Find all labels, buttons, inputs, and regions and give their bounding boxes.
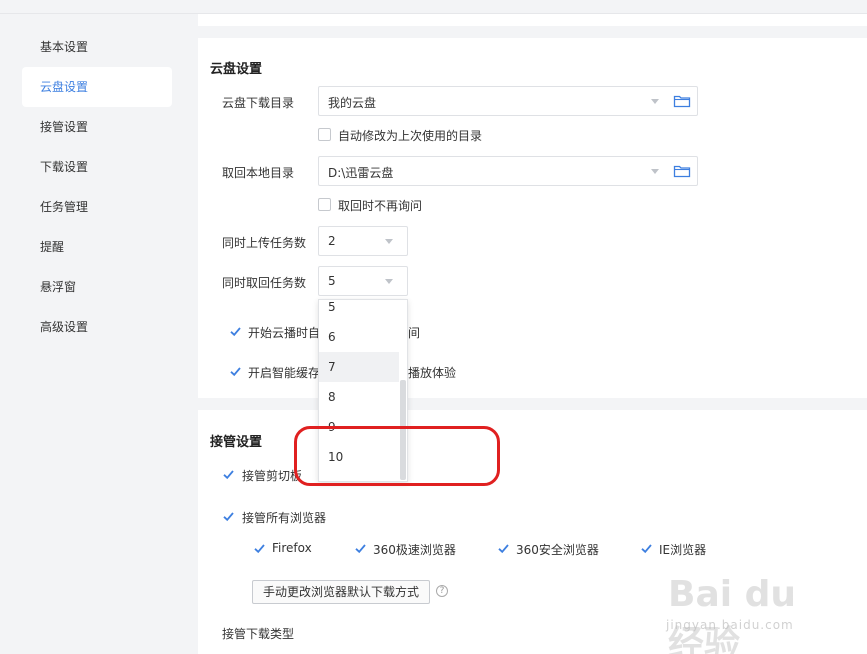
360-speed-label: 360极速浏览器 xyxy=(373,543,456,557)
sidebar-item-floating-window[interactable]: 悬浮窗 xyxy=(22,267,172,307)
all-browsers-label: 接管所有浏览器 xyxy=(242,511,327,525)
sidebar-item-advanced[interactable]: 高级设置 xyxy=(22,307,172,347)
clipboard-checkbox[interactable] xyxy=(222,468,235,481)
dropdown-option-8[interactable]: 8 xyxy=(319,382,399,412)
folder-icon[interactable] xyxy=(673,93,691,109)
chevron-down-icon xyxy=(385,239,393,244)
dropdown-option-7[interactable]: 7 xyxy=(319,352,399,382)
dropdown-option-5[interactable]: 5 xyxy=(319,300,399,322)
help-icon[interactable]: ? xyxy=(436,585,448,597)
previous-section-panel xyxy=(198,14,867,26)
chevron-down-icon xyxy=(651,169,659,174)
annotation-highlight xyxy=(294,426,500,486)
retrieve-dir-label: 取回本地目录 xyxy=(222,166,295,180)
retrieve-dir-value: D:\迅雷云盘 xyxy=(328,166,394,180)
baidu-jingyan-watermark: Bai du 经验 jingyan.baidu.com xyxy=(666,560,828,654)
retrieve-count-select[interactable]: 5 xyxy=(318,266,408,296)
download-dir-label: 云盘下载目录 xyxy=(222,96,295,110)
download-dir-value: 我的云盘 xyxy=(328,96,377,110)
upload-count-label: 同时上传任务数 xyxy=(222,236,307,250)
download-type-label: 接管下载类型 xyxy=(222,627,295,641)
auto-modify-checkbox[interactable] xyxy=(318,128,331,141)
watermark-url: jingyan.baidu.com xyxy=(666,618,794,632)
cloud-section-title: 云盘设置 xyxy=(210,62,263,77)
sidebar-item-basic[interactable]: 基本设置 xyxy=(22,27,172,67)
firefox-label: Firefox xyxy=(272,541,312,555)
sidebar-item-task-management[interactable]: 任务管理 xyxy=(22,187,172,227)
retrieve-dir-select[interactable]: D:\迅雷云盘 xyxy=(318,156,698,186)
all-browsers-checkbox[interactable] xyxy=(222,510,235,523)
manual-browser-default-button[interactable]: 手动更改浏览器默认下载方式 xyxy=(252,580,431,604)
clipboard-label: 接管剪切板 xyxy=(242,469,303,483)
no-ask-checkbox[interactable] xyxy=(318,198,331,211)
retrieve-count-label: 同时取回任务数 xyxy=(222,276,307,290)
smart-cache-label: 开启智能缓存 xyxy=(248,366,321,380)
sidebar-item-reminder[interactable]: 提醒 xyxy=(22,227,172,267)
ie-checkbox[interactable] xyxy=(640,542,653,555)
360-safe-checkbox[interactable] xyxy=(497,542,510,555)
sidebar-item-cloud[interactable]: 云盘设置 xyxy=(22,67,172,107)
firefox-checkbox[interactable] xyxy=(253,542,266,555)
chevron-down-icon xyxy=(385,279,393,284)
download-dir-select[interactable]: 我的云盘 xyxy=(318,86,698,116)
no-ask-label: 取回时不再询问 xyxy=(338,199,423,213)
smart-cache-checkbox[interactable] xyxy=(229,365,242,378)
360-speed-checkbox[interactable] xyxy=(354,542,367,555)
auto-modify-label: 自动修改为上次使用的目录 xyxy=(338,129,483,143)
upload-count-select[interactable]: 2 xyxy=(318,226,408,256)
sidebar-item-takeover[interactable]: 接管设置 xyxy=(22,107,172,147)
folder-icon[interactable] xyxy=(673,163,691,179)
cloud-play-label: 开始云播时自 xyxy=(248,326,321,340)
dropdown-option-6[interactable]: 6 xyxy=(319,322,399,352)
sidebar-item-download[interactable]: 下载设置 xyxy=(22,147,172,187)
takeover-section-title: 接管设置 xyxy=(210,435,263,450)
retrieve-count-value: 5 xyxy=(328,274,336,288)
smart-cache-label-tail: 播放体验 xyxy=(408,366,457,380)
chevron-down-icon xyxy=(651,99,659,104)
watermark-logo: Bai du 经验 xyxy=(668,574,797,654)
cloud-play-label-tail: 间 xyxy=(408,326,421,340)
cloud-play-checkbox[interactable] xyxy=(229,325,242,338)
360-safe-label: 360安全浏览器 xyxy=(516,543,599,557)
ie-label: IE浏览器 xyxy=(659,543,707,557)
top-divider xyxy=(0,0,867,14)
upload-count-value: 2 xyxy=(328,234,336,248)
